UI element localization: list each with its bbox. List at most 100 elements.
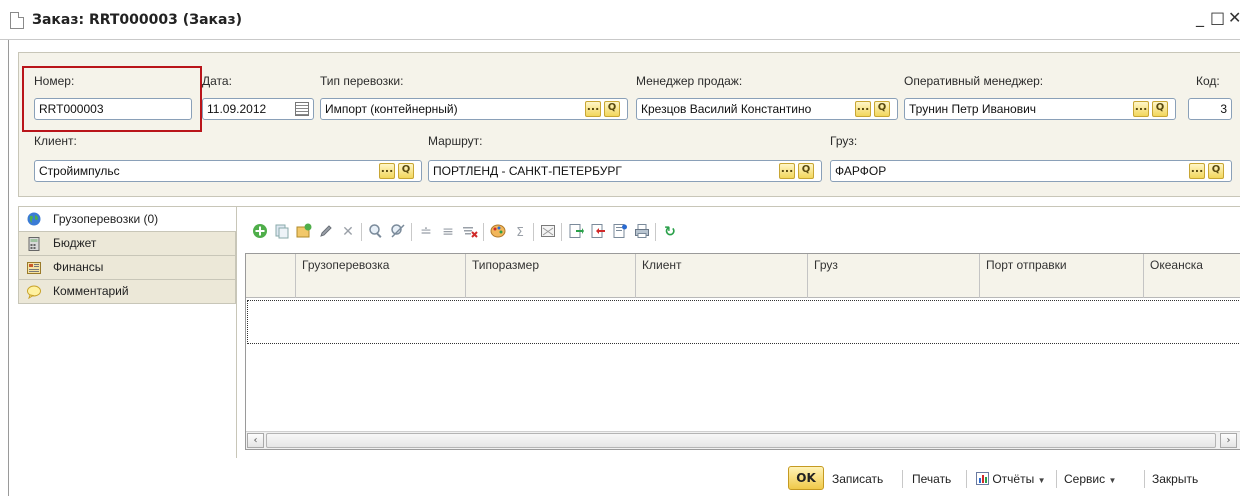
cargo-select-button[interactable]: ...: [1189, 163, 1205, 179]
grid-header-checkbox-column[interactable]: [246, 254, 296, 298]
date-label: Дата:: [202, 74, 232, 88]
operational-manager-search-icon[interactable]: Q: [1152, 101, 1168, 117]
route-search-icon[interactable]: Q: [798, 163, 814, 179]
footer-separator: [1144, 470, 1145, 488]
add-group-icon[interactable]: [295, 223, 313, 241]
cargo-label: Груз:: [830, 134, 858, 148]
reports-button[interactable]: Отчёты ▼: [976, 472, 1046, 486]
report-icon[interactable]: [539, 223, 557, 241]
attach-icon[interactable]: [611, 223, 629, 241]
operational-manager-label: Оперативный менеджер:: [904, 74, 1044, 88]
client-value: Стройимпульс: [39, 164, 120, 178]
sales-manager-label: Менеджер продаж:: [636, 74, 743, 88]
ok-button[interactable]: OK: [788, 466, 824, 490]
tab-strip: Грузоперевозки (0) Бюджет Финансы Коммен…: [18, 206, 236, 304]
column-header-port[interactable]: Порт отправки: [980, 254, 1144, 298]
route-label: Маршрут:: [428, 134, 483, 148]
transport-type-value: Импорт (контейнерный): [325, 102, 458, 116]
column-header-ocean[interactable]: Океанска: [1144, 254, 1240, 298]
cancel-find-icon[interactable]: [389, 223, 407, 241]
calendar-icon[interactable]: [295, 102, 309, 116]
clear-filter-icon[interactable]: [461, 223, 479, 241]
column-header-client[interactable]: Клиент: [636, 254, 808, 298]
title-bar: Заказ: RRT000003 (Заказ) _ □ ✕: [0, 0, 1240, 40]
column-header-size[interactable]: Типоразмер: [466, 254, 636, 298]
comment-icon: [27, 285, 41, 299]
reports-label: Отчёты: [992, 472, 1035, 486]
copy-icon[interactable]: [273, 223, 291, 241]
footer-separator: [966, 470, 967, 488]
cargo-search-icon[interactable]: Q: [1208, 163, 1224, 179]
sales-manager-search-icon[interactable]: Q: [874, 101, 890, 117]
sum-icon[interactable]: Σ: [511, 223, 529, 241]
number-highlight-box: [22, 66, 202, 132]
sales-manager-value: Крезцов Василий Константино: [641, 102, 812, 116]
shipments-panel: ✕ ≐ ≡ Σ ↻ Грузоперевозка Типоразмер Клие…: [236, 206, 1240, 458]
tab-finance[interactable]: Финансы: [18, 256, 236, 280]
transport-type-field[interactable]: Импорт (контейнерный) ... Q: [320, 98, 628, 120]
export-icon[interactable]: [567, 223, 585, 241]
grid-toolbar: ✕ ≐ ≡ Σ ↻: [251, 221, 871, 243]
service-label: Сервис: [1064, 472, 1106, 486]
transport-type-select-button[interactable]: ...: [585, 101, 601, 117]
finance-icon: [27, 262, 41, 274]
operational-manager-field[interactable]: Трунин Петр Иванович ... Q: [904, 98, 1176, 120]
palette-icon[interactable]: [489, 223, 507, 241]
toolbar-separator: [411, 223, 412, 241]
globe-icon: [27, 212, 41, 226]
table-row[interactable]: [247, 300, 1239, 344]
scroll-left-icon[interactable]: ‹: [247, 433, 264, 448]
client-select-button[interactable]: ...: [379, 163, 395, 179]
cargo-field[interactable]: ФАРФОР ... Q: [830, 160, 1232, 182]
tab-budget[interactable]: Бюджет: [18, 232, 236, 256]
service-button[interactable]: Сервис ▼: [1064, 472, 1116, 486]
code-label: Код:: [1196, 74, 1220, 88]
transport-type-search-icon[interactable]: Q: [604, 101, 620, 117]
delete-icon[interactable]: ✕: [339, 223, 357, 241]
code-field[interactable]: 3: [1188, 98, 1232, 120]
tab-shipments-label: Грузоперевозки (0): [53, 212, 159, 226]
toolbar-separator: [483, 223, 484, 241]
tab-shipments[interactable]: Грузоперевозки (0): [18, 206, 236, 232]
minimize-button[interactable]: _: [1196, 8, 1204, 27]
sales-manager-select-button[interactable]: ...: [855, 101, 871, 117]
print-icon[interactable]: [633, 223, 651, 241]
close-button[interactable]: Закрыть: [1152, 472, 1198, 486]
maximize-button[interactable]: □: [1210, 8, 1225, 27]
refresh-icon[interactable]: ↻: [661, 223, 679, 241]
filter-icon[interactable]: ≡: [439, 223, 457, 241]
toolbar-separator: [533, 223, 534, 241]
document-icon: [10, 12, 24, 29]
chevron-down-icon: ▼: [1108, 476, 1117, 485]
client-search-icon[interactable]: Q: [398, 163, 414, 179]
transport-type-label: Тип перевозки:: [320, 74, 404, 88]
tab-budget-label: Бюджет: [53, 236, 97, 250]
window-left-border: [8, 40, 9, 496]
close-window-button[interactable]: ✕: [1228, 8, 1240, 27]
route-field[interactable]: ПОРТЛЕНД - САНКТ-ПЕТЕРБУРГ ... Q: [428, 160, 822, 182]
sales-manager-field[interactable]: Крезцов Василий Константино ... Q: [636, 98, 898, 120]
route-select-button[interactable]: ...: [779, 163, 795, 179]
column-header-cargo[interactable]: Груз: [808, 254, 980, 298]
add-icon[interactable]: [251, 223, 269, 241]
date-field[interactable]: 11.09.2012: [202, 98, 314, 120]
print-button[interactable]: Печать: [912, 472, 951, 486]
scroll-right-icon[interactable]: ›: [1220, 433, 1237, 448]
column-header-shipment[interactable]: Грузоперевозка: [296, 254, 466, 298]
save-button[interactable]: Записать: [832, 472, 883, 486]
toolbar-separator: [361, 223, 362, 241]
horizontal-scrollbar[interactable]: ‹ ›: [246, 431, 1240, 449]
tab-comment-label: Комментарий: [53, 284, 129, 298]
toolbar-separator: [561, 223, 562, 241]
scrollbar-thumb[interactable]: [266, 433, 1216, 448]
find-icon[interactable]: [367, 223, 385, 241]
route-value: ПОРТЛЕНД - САНКТ-ПЕТЕРБУРГ: [433, 164, 622, 178]
tab-comment[interactable]: Комментарий: [18, 280, 236, 304]
import-icon[interactable]: [589, 223, 607, 241]
toolbar-separator: [655, 223, 656, 241]
sort-asc-icon[interactable]: ≐: [417, 223, 435, 241]
client-field[interactable]: Стройимпульс ... Q: [34, 160, 422, 182]
grid-header: Грузоперевозка Типоразмер Клиент Груз По…: [246, 254, 1240, 298]
edit-icon[interactable]: [317, 223, 335, 241]
operational-manager-select-button[interactable]: ...: [1133, 101, 1149, 117]
